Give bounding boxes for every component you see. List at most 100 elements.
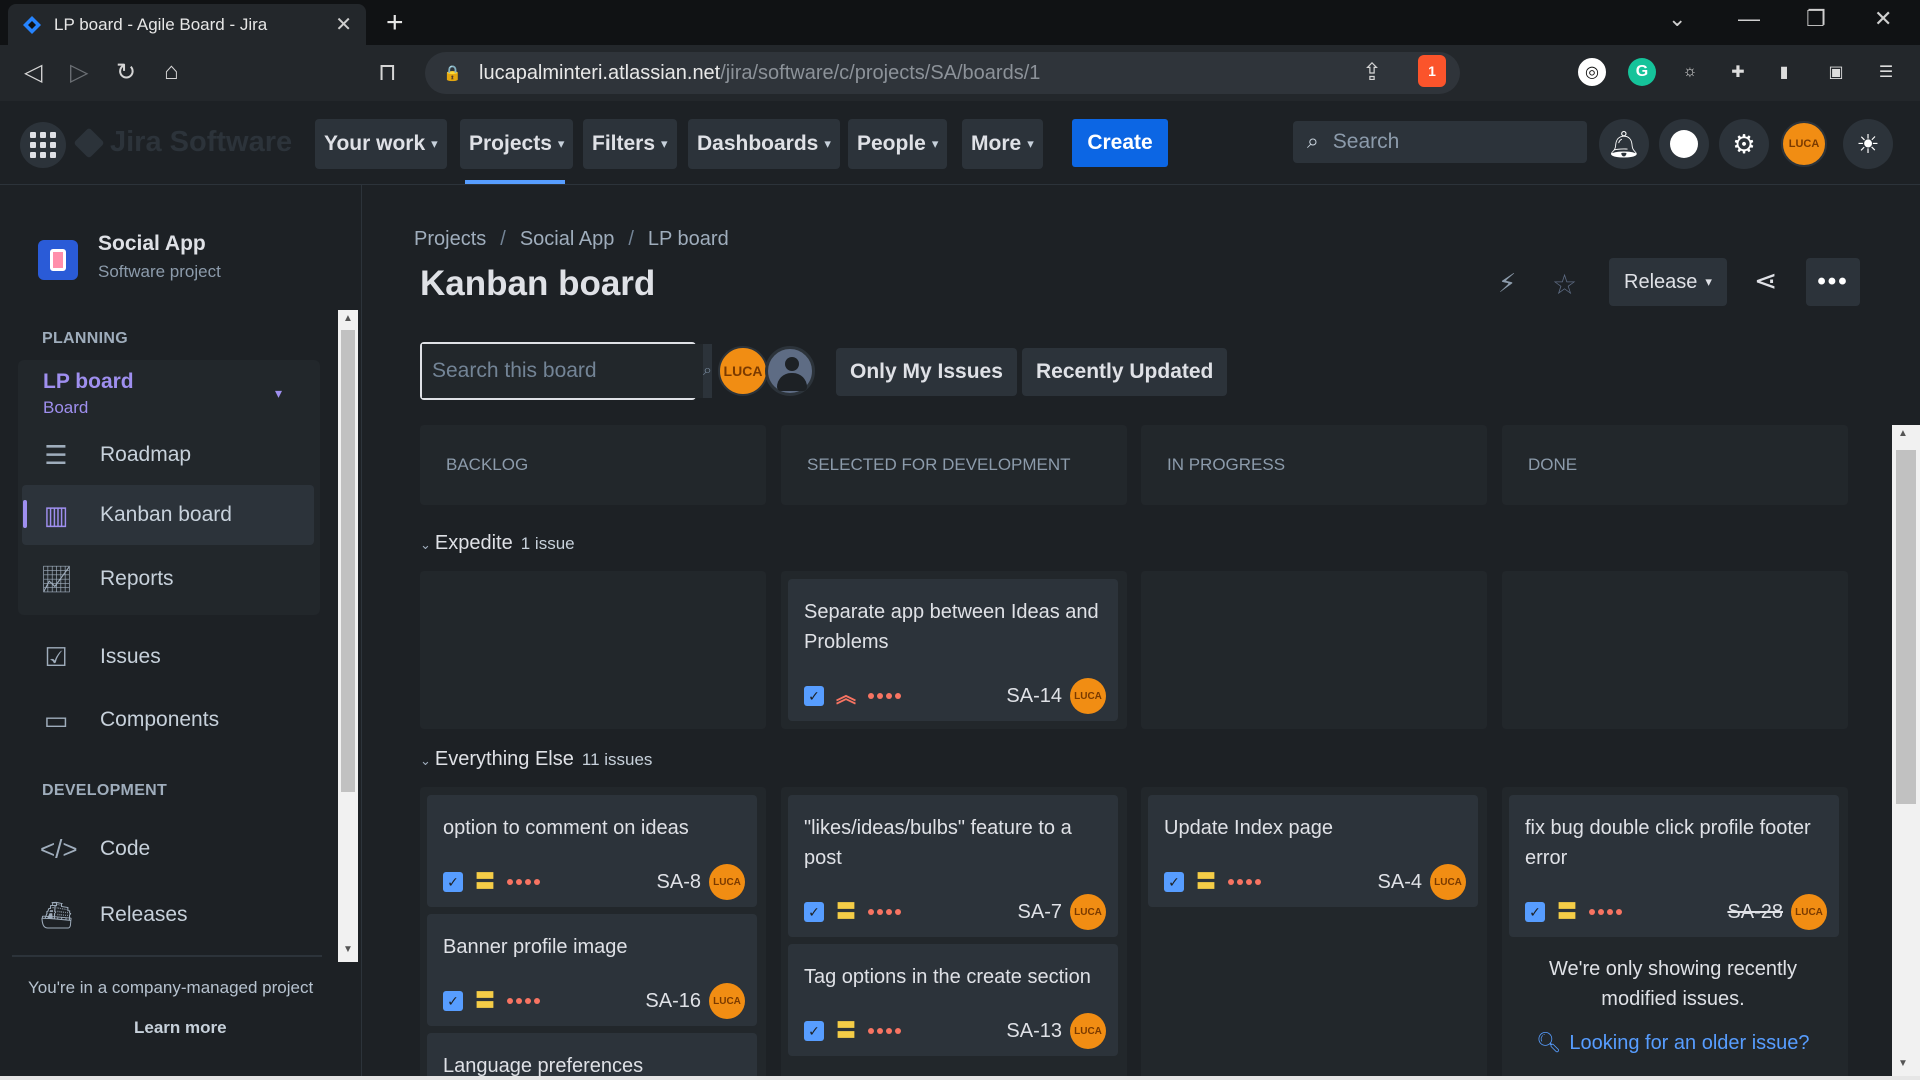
sidebar-item-roadmap[interactable]: ☰ Roadmap <box>40 432 191 478</box>
assignee-avatar[interactable]: LUCA <box>1430 864 1466 900</box>
close-window-icon[interactable]: ✕ <box>1874 6 1892 32</box>
home-icon[interactable]: ⌂ <box>164 58 179 86</box>
sidebar-scroll-thumb[interactable] <box>341 330 355 792</box>
more-actions-button[interactable]: ••• <box>1806 258 1860 306</box>
brave-shield-icon[interactable]: 1 <box>1418 55 1446 87</box>
assignee-avatar[interactable]: LUCA <box>1070 678 1106 714</box>
wallet-icon[interactable]: ▣ <box>1822 58 1850 86</box>
issue-key[interactable]: SA-8 <box>657 871 701 894</box>
issue-title: fix bug double click profile footer erro… <box>1525 817 1811 869</box>
close-tab-icon[interactable]: ✕ <box>335 12 352 37</box>
sidebar-item-code[interactable]: </> Code <box>40 826 150 872</box>
recently-updated-filter[interactable]: Recently Updated <box>1022 348 1228 396</box>
assignee-avatar[interactable]: LUCA <box>1070 894 1106 930</box>
assignee-avatar[interactable]: LUCA <box>1791 894 1827 930</box>
learn-more-link[interactable]: Learn more <box>134 1018 227 1038</box>
issue-card-sa-8[interactable]: option to comment on ideas ✓ 〓 SA-8 LUCA <box>427 795 757 907</box>
nav-dashboards[interactable]: Dashboards ▾ <box>688 119 840 169</box>
column-selected-for-development[interactable]: SELECTED FOR DEVELOPMENT <box>781 425 1127 505</box>
issue-key[interactable]: SA-16 <box>645 990 701 1013</box>
star-icon[interactable]: ☆ <box>1552 268 1577 301</box>
assignee-avatar-unassigned[interactable] <box>765 346 815 396</box>
breadcrumb-project[interactable]: Social App <box>520 228 615 251</box>
extension-icon[interactable]: ◎ <box>1578 58 1606 86</box>
board-scroll-thumb[interactable] <box>1896 450 1916 804</box>
scroll-down-icon[interactable]: ▼ <box>1898 1058 1908 1069</box>
jira-logo[interactable]: Jira Software <box>73 126 292 159</box>
column-in-progress[interactable]: IN PROGRESS <box>1141 425 1487 505</box>
only-my-issues-filter[interactable]: Only My Issues <box>836 348 1017 396</box>
swimlane-everything-else[interactable]: ⌄ Everything Else 11 issues <box>420 748 652 771</box>
theme-toggle-icon[interactable]: ☀ <box>1843 119 1893 169</box>
nav-your-work[interactable]: Your work ▾ <box>315 119 447 169</box>
issue-title: Tag options in the create section <box>804 966 1091 988</box>
issue-key[interactable]: SA-14 <box>1006 685 1062 708</box>
reload-icon[interactable]: ↻ <box>116 58 136 87</box>
notifications-icon[interactable]: 🔔︎ <box>1599 119 1649 169</box>
back-icon[interactable]: ◁ <box>24 58 42 87</box>
minimize-icon[interactable]: — <box>1738 6 1760 32</box>
sidebar-item-issues[interactable]: ☑ Issues <box>40 634 160 680</box>
issue-key[interactable]: SA-13 <box>1006 1020 1062 1043</box>
scroll-down-icon[interactable]: ▼ <box>343 944 353 955</box>
settings-icon[interactable]: ⚙ <box>1719 119 1769 169</box>
assignee-avatar-luca[interactable]: LUCA <box>718 346 768 396</box>
nav-people[interactable]: People ▾ <box>848 119 948 169</box>
board-search-input[interactable] <box>422 344 703 398</box>
help-icon[interactable] <box>1659 119 1709 169</box>
sidebar-item-components[interactable]: ▭ Components <box>40 697 219 743</box>
column-backlog[interactable]: BACKLOG <box>420 425 766 505</box>
new-tab-icon[interactable]: + <box>386 6 404 40</box>
board-search-field[interactable]: ⌕ <box>420 342 712 400</box>
nav-label: More <box>971 132 1022 155</box>
scroll-up-icon[interactable]: ▲ <box>343 313 353 324</box>
profile-avatar[interactable]: LUCA <box>1781 121 1827 167</box>
nav-filters[interactable]: Filters ▾ <box>583 119 677 169</box>
issue-card-language-preferences[interactable]: Language preferences <box>427 1033 757 1080</box>
issue-card-sa-4[interactable]: Update Index page ✓ 〓 SA-4 LUCA <box>1148 795 1478 907</box>
grammarly-icon[interactable]: G <box>1628 58 1656 86</box>
breadcrumb-projects[interactable]: Projects <box>414 228 486 251</box>
issue-card-sa-13[interactable]: Tag options in the create section ✓ 〓 SA… <box>788 944 1118 1056</box>
brightness-icon[interactable]: ☼ <box>1676 58 1704 86</box>
url-field[interactable]: 🔒 lucapalminteri.atlassian.net/jira/soft… <box>425 52 1460 94</box>
issue-card-sa-16[interactable]: Banner profile image ✓ 〓 SA-16 LUCA <box>427 914 757 1026</box>
scroll-up-icon[interactable]: ▲ <box>1898 428 1908 439</box>
extensions-icon[interactable]: ✚ <box>1724 58 1752 86</box>
board-switcher[interactable]: LP board <box>43 370 134 394</box>
sidebar-item-releases[interactable]: ⛴︎ Releases <box>40 892 188 938</box>
browser-tab[interactable]: LP board - Agile Board - Jira ✕ <box>8 4 366 45</box>
sidebar-toggle-icon[interactable]: ▮ <box>1770 58 1798 86</box>
breadcrumb-board[interactable]: LP board <box>648 228 729 251</box>
create-button[interactable]: Create <box>1072 119 1168 167</box>
share-icon[interactable]: ⋖ <box>1754 264 1777 297</box>
forward-icon[interactable]: ▷ <box>70 58 88 87</box>
swimlane-expedite[interactable]: ⌄ Expedite 1 issue <box>420 532 575 555</box>
bookmark-icon[interactable]: ⊓ <box>378 58 397 87</box>
share-page-icon[interactable]: ⇪ <box>1362 58 1382 87</box>
nav-more[interactable]: More ▾ <box>962 119 1043 169</box>
app-switcher-icon[interactable] <box>20 122 66 168</box>
issue-card-sa-28[interactable]: fix bug double click profile footer erro… <box>1509 795 1839 937</box>
issue-key[interactable]: SA-7 <box>1018 901 1062 924</box>
nav-projects[interactable]: Projects ▾ <box>460 119 574 169</box>
issue-card-sa-14[interactable]: Separate app between Ideas and Problems … <box>788 579 1118 721</box>
global-search-input[interactable]: ⌕ Search <box>1293 121 1587 163</box>
chevron-down-icon[interactable]: ▾ <box>275 385 282 402</box>
project-name[interactable]: Social App <box>98 232 206 256</box>
assignee-avatar[interactable]: LUCA <box>1070 1013 1106 1049</box>
issue-card-sa-7[interactable]: "likes/ideas/bulbs" feature to a post ✓ … <box>788 795 1118 937</box>
older-issue-link[interactable]: 🔍︎ Looking for an older issue? <box>1536 1030 1810 1055</box>
issue-key[interactable]: SA-4 <box>1378 871 1422 894</box>
sidebar-item-kanban-board[interactable]: ▥ Kanban board <box>40 492 232 538</box>
release-button[interactable]: Release ▾ <box>1609 258 1727 306</box>
assignee-avatar[interactable]: LUCA <box>709 983 745 1019</box>
issue-key[interactable]: SA-28 <box>1727 901 1783 924</box>
automation-icon[interactable]: ⚡︎ <box>1498 268 1516 299</box>
sidebar-item-reports[interactable]: 📈︎ Reports <box>40 556 174 602</box>
restore-icon[interactable]: ❐ <box>1806 6 1826 32</box>
tab-search-icon[interactable]: ⌄ <box>1668 6 1686 32</box>
menu-icon[interactable]: ☰ <box>1872 58 1900 86</box>
assignee-avatar[interactable]: LUCA <box>709 864 745 900</box>
column-done[interactable]: DONE <box>1502 425 1848 505</box>
